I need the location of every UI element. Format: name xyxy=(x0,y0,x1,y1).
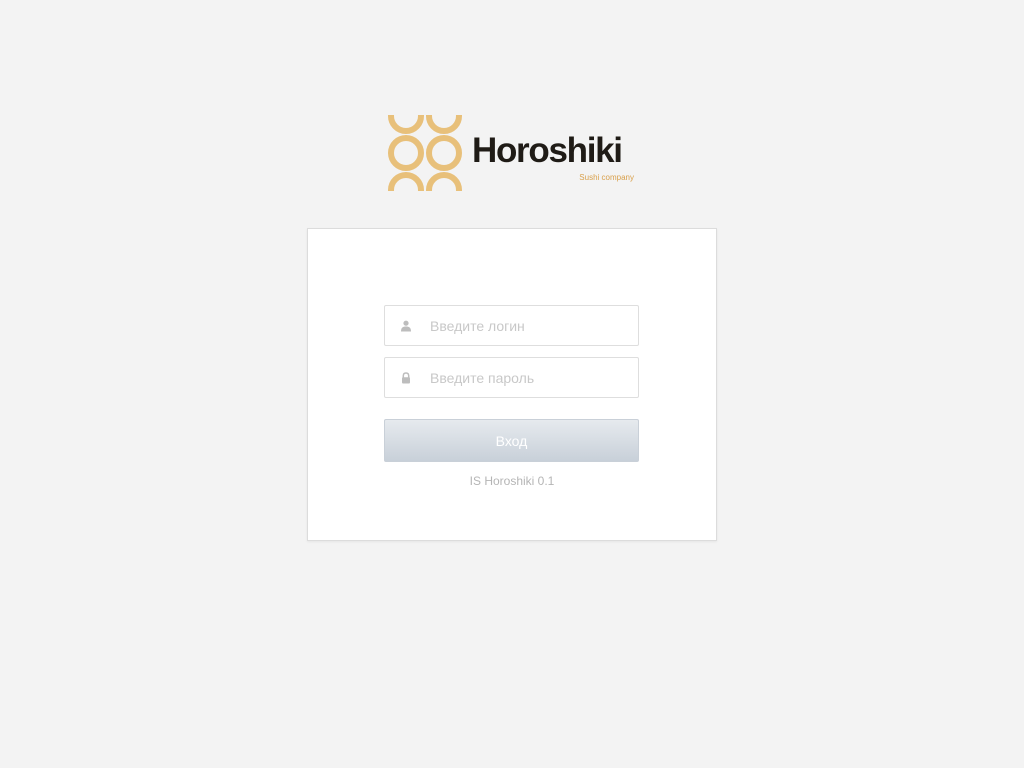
login-page: Horoshiki Sushi company Вход IS Horoshik… xyxy=(0,0,1024,768)
user-icon xyxy=(401,320,411,332)
version-label: IS Horoshiki 0.1 xyxy=(469,474,555,488)
password-field[interactable] xyxy=(384,357,639,398)
password-input[interactable] xyxy=(430,358,630,397)
login-field[interactable] xyxy=(384,305,639,346)
lock-icon xyxy=(402,372,410,384)
logo-tagline: Sushi company xyxy=(579,173,634,182)
horoshiki-logo: Horoshiki Sushi company xyxy=(387,115,637,191)
logo-name: Horoshiki xyxy=(472,131,623,170)
login-card: Вход IS Horoshiki 0.1 xyxy=(307,228,717,541)
login-button[interactable]: Вход xyxy=(384,419,639,462)
login-input[interactable] xyxy=(430,306,630,345)
logo-mark-icon xyxy=(388,115,462,191)
